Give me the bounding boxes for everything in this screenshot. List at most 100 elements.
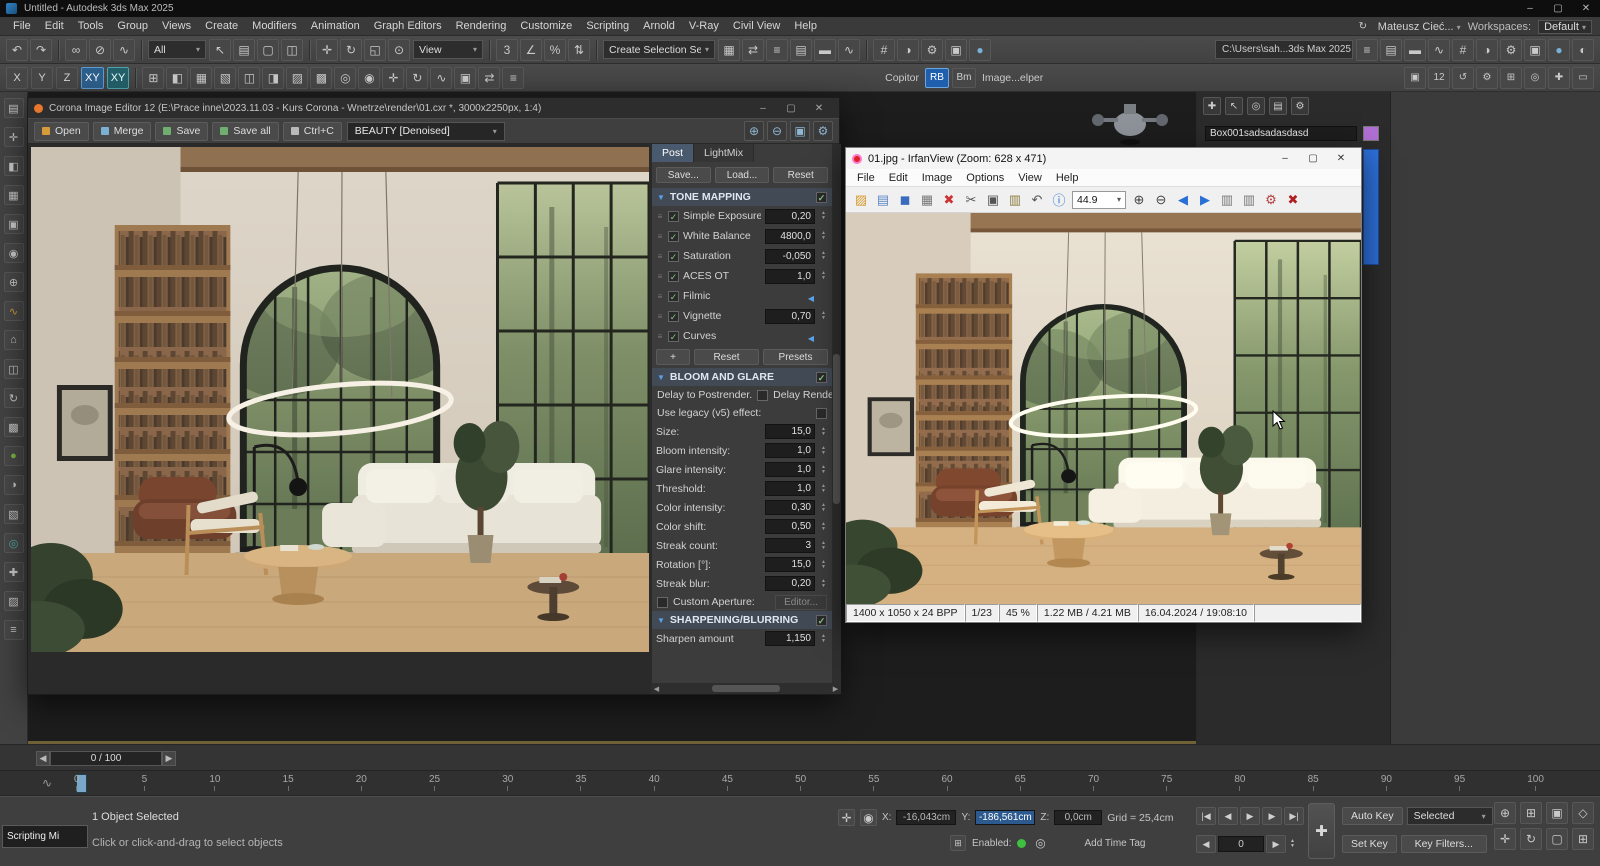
open-button[interactable]: Open bbox=[34, 122, 89, 141]
legacy-effect-checkbox[interactable]: ✓ bbox=[816, 408, 827, 419]
close-button[interactable]: ✕ bbox=[1327, 153, 1355, 164]
spinner-control[interactable]: ▲▼ bbox=[819, 231, 828, 241]
row-enabled-checkbox[interactable]: ✓ bbox=[668, 211, 679, 222]
settings-gear-icon[interactable]: ⚙ bbox=[1291, 97, 1309, 115]
row-enabled-checkbox[interactable]: ✓ bbox=[668, 271, 679, 282]
list-tool-icon[interactable]: ≡ bbox=[502, 67, 524, 89]
reset-tone-button[interactable]: Reset bbox=[694, 349, 759, 365]
zoom-region-icon[interactable]: ▢ bbox=[1546, 828, 1568, 850]
save-all-button[interactable]: Save all bbox=[212, 122, 278, 141]
spinner-control[interactable]: ▲▼ bbox=[819, 271, 828, 281]
redo-icon[interactable]: ↷ bbox=[30, 39, 52, 61]
render2-icon[interactable]: ● bbox=[1548, 39, 1570, 61]
snap-toggle-icon[interactable]: 3 bbox=[496, 39, 518, 61]
drag-handle-icon[interactable]: ≡ bbox=[656, 292, 664, 301]
z-coordinate-field[interactable]: 0,0cm bbox=[1054, 810, 1102, 825]
object-color-swatch[interactable] bbox=[1363, 126, 1379, 141]
reference-coordinate-select[interactable]: View▾ bbox=[413, 40, 483, 59]
sidebar-tool-icon[interactable]: ✛ bbox=[4, 127, 24, 147]
value-field[interactable]: 1,0 bbox=[765, 462, 815, 477]
menu-item[interactable]: File bbox=[850, 169, 882, 187]
value-field[interactable]: 3 bbox=[765, 538, 815, 553]
workspace-select[interactable]: Default ▾ bbox=[1538, 20, 1592, 34]
maximize-button[interactable]: ▢ bbox=[1299, 153, 1327, 164]
list-view-icon[interactable]: ▤ bbox=[1269, 97, 1287, 115]
spinner-control[interactable]: ▲▼ bbox=[819, 465, 828, 475]
sidebar-tool-icon[interactable]: ▦ bbox=[4, 185, 24, 205]
spinner-control[interactable]: ▲▼ bbox=[819, 251, 828, 261]
thumbnails-icon[interactable]: ▤ bbox=[873, 190, 893, 210]
next-image-icon[interactable]: ▶ bbox=[1195, 190, 1215, 210]
tools-icon[interactable]: ⚙ bbox=[1261, 190, 1281, 210]
select-and-link-icon[interactable]: ∞ bbox=[65, 39, 87, 61]
spinner-control[interactable]: ▲▼ bbox=[819, 503, 828, 513]
value-field[interactable]: 1,0 bbox=[765, 481, 815, 496]
value-field[interactable]: 1,0 bbox=[765, 269, 815, 284]
sidebar-tool-icon[interactable]: ▧ bbox=[4, 504, 24, 524]
row-enabled-checkbox[interactable]: ✓ bbox=[668, 311, 679, 322]
section-enabled-checkbox[interactable]: ✓ bbox=[816, 192, 827, 203]
sidebar-tool-icon[interactable]: ◧ bbox=[4, 156, 24, 176]
select-and-place-icon[interactable]: ⊙ bbox=[388, 39, 410, 61]
value-field[interactable]: 4800,0 bbox=[765, 229, 815, 244]
frame-back-button[interactable]: ◀ bbox=[36, 751, 50, 766]
zoom-out-icon[interactable]: ⊖ bbox=[1151, 190, 1171, 210]
next-file-icon[interactable]: ▥ bbox=[1239, 190, 1259, 210]
x-coordinate-field[interactable]: -16,043cm bbox=[896, 810, 956, 825]
add-time-tag-label[interactable]: Add Time Tag bbox=[1084, 838, 1145, 849]
dense-grid-icon[interactable]: ▩ bbox=[310, 67, 332, 89]
menu-item[interactable]: Create bbox=[198, 17, 245, 35]
spinner-control[interactable]: ▲▼ bbox=[819, 634, 828, 644]
maximize-button[interactable]: ▢ bbox=[777, 103, 805, 114]
tab-post[interactable]: Post bbox=[652, 144, 694, 162]
menu-item[interactable]: Help bbox=[787, 17, 824, 35]
irfanview-image[interactable] bbox=[846, 213, 1361, 604]
irfanview-title-bar[interactable]: 01.jpg - IrfanView (Zoom: 628 x 471) – ▢… bbox=[846, 148, 1361, 169]
sidebar-tool-icon[interactable]: ▨ bbox=[4, 591, 24, 611]
menu-item[interactable]: Arnold bbox=[636, 17, 682, 35]
drag-handle-icon[interactable]: ≡ bbox=[656, 252, 664, 261]
maximize-viewport-toggle-icon[interactable]: ⊞ bbox=[1572, 828, 1594, 850]
row-enabled-checkbox[interactable]: ✓ bbox=[668, 291, 679, 302]
curve-view-toggle-icon[interactable]: ∿ bbox=[42, 776, 52, 790]
drag-handle-icon[interactable]: ≡ bbox=[656, 232, 664, 241]
bind-to-space-warp-icon[interactable]: ∿ bbox=[113, 39, 135, 61]
row-enabled-checkbox[interactable]: ✓ bbox=[668, 251, 679, 262]
zoom-all-icon[interactable]: ⊞ bbox=[1520, 802, 1542, 824]
sidebar-tool-icon[interactable]: ⊕ bbox=[4, 272, 24, 292]
section-enabled-checkbox[interactable]: ✓ bbox=[816, 372, 827, 383]
close-button[interactable]: ✕ bbox=[1572, 3, 1600, 14]
refresh-icon[interactable]: ↺ bbox=[1452, 67, 1474, 89]
value-field[interactable]: 0,20 bbox=[765, 209, 815, 224]
rb-tool-button[interactable]: RB bbox=[925, 68, 949, 88]
hatch-tool-icon[interactable]: ▧ bbox=[214, 67, 236, 89]
custom-aperture-checkbox[interactable]: ✓ bbox=[657, 597, 668, 608]
spinner-control[interactable]: ▲▼ bbox=[819, 560, 828, 570]
timeline-ruler[interactable]: ∿ 05101520253035404550556065707580859095… bbox=[0, 770, 1600, 796]
mesh-tool-icon[interactable]: ▨ bbox=[286, 67, 308, 89]
value-field[interactable]: 0,20 bbox=[765, 576, 815, 591]
previous-frame-icon[interactable]: ◀ bbox=[1218, 807, 1238, 825]
display-mode-icon[interactable]: ◎ bbox=[1524, 67, 1546, 89]
row-enabled-checkbox[interactable]: ✓ bbox=[668, 331, 679, 342]
record-toggle-icon[interactable]: ◎ bbox=[1032, 835, 1048, 851]
menu-item[interactable]: File bbox=[6, 17, 38, 35]
toggle-ribbon-icon[interactable]: ▬ bbox=[814, 39, 836, 61]
curve-editor-icon[interactable]: ∿ bbox=[838, 39, 860, 61]
value-field[interactable] bbox=[765, 289, 815, 304]
pan-icon[interactable]: ✛ bbox=[1494, 828, 1516, 850]
spinner-control[interactable]: ▲▼ bbox=[819, 446, 828, 456]
save-settings-button[interactable]: Save... bbox=[656, 167, 711, 183]
display-icon[interactable]: ◎ bbox=[1247, 97, 1265, 115]
paste-icon[interactable]: ▥ bbox=[1005, 190, 1025, 210]
select-and-rotate-icon[interactable]: ↻ bbox=[340, 39, 362, 61]
zoom-in-icon[interactable]: ⊕ bbox=[744, 121, 764, 141]
layer-manager-icon[interactable]: ▤ bbox=[790, 39, 812, 61]
previous-frame-button[interactable]: ◀ bbox=[1196, 835, 1216, 853]
move-tool-icon[interactable]: ✛ bbox=[382, 67, 404, 89]
auto-key-button[interactable]: Auto Key bbox=[1342, 807, 1403, 825]
curve-tool-icon[interactable]: ∿ bbox=[430, 67, 452, 89]
row-enabled-checkbox[interactable]: ✓ bbox=[668, 231, 679, 242]
add-icon[interactable]: ✚ bbox=[1203, 97, 1221, 115]
corona-title-bar[interactable]: Corona Image Editor 12 (E:\Prace inne\20… bbox=[28, 98, 839, 118]
